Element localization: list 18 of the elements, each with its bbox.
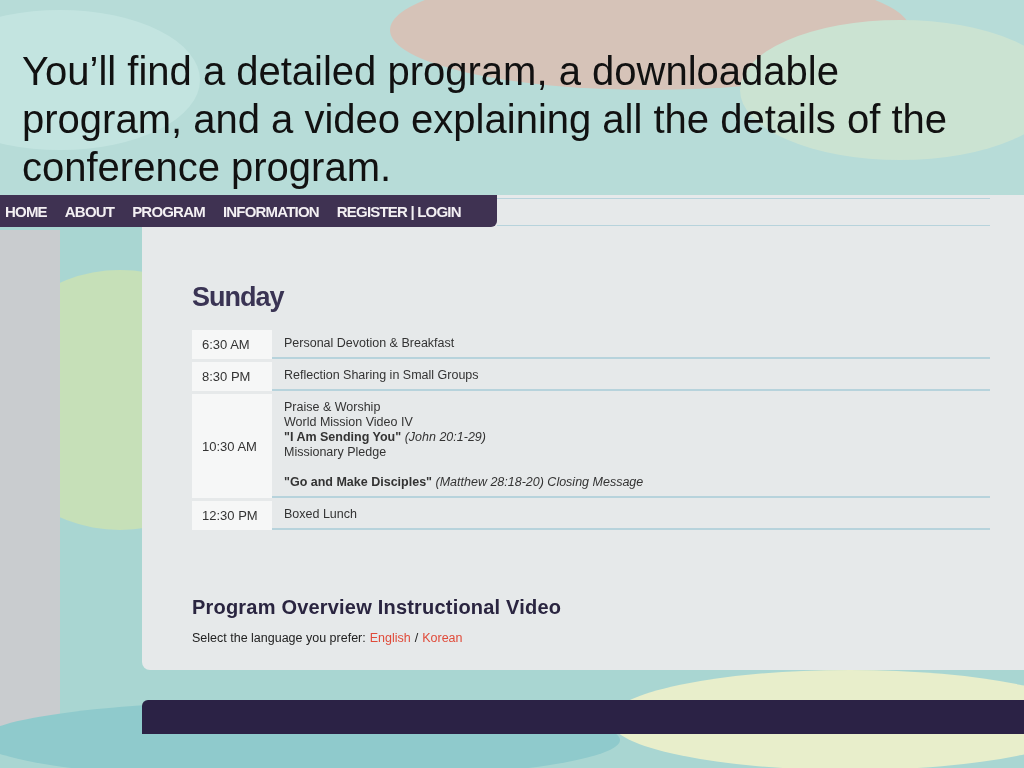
event-cell: Boxed Lunch	[272, 501, 990, 530]
nav-link[interactable]: INFORMATION	[222, 202, 319, 220]
event-cell: Personal Devotion & Breakfast	[272, 330, 990, 359]
event-cell: Reflection Sharing in Small Groups	[272, 362, 990, 391]
separator: /	[414, 631, 419, 645]
language-prompt: Select the language you prefer:	[192, 631, 366, 645]
nav-link[interactable]: ABOUT	[64, 202, 115, 220]
event-cell: Praise & Worship World Mission Video IV "I Am Sending You" (John 20:1-29) Missionary Pledge "Go and Make Disciples" (Matthew 28:18-20) Closing Message	[272, 394, 990, 498]
day-heading: Sunday	[192, 281, 286, 313]
nav-link[interactable]: PROGRAM	[132, 202, 205, 220]
slide-text: You’ll find a detailed program, a downloadable program, and a video explaining all the details of the conference program.	[22, 48, 949, 191]
time-cell: 6:30 AM	[192, 330, 272, 359]
video-heading: Program Overview Instructional Video	[192, 596, 563, 619]
time-cell: 12:30 PM	[192, 501, 272, 530]
time-cell: 10:30 AM	[192, 394, 272, 498]
nav-link[interactable]: REGISTER | LOGIN	[336, 202, 461, 220]
time-cell: 8:30 PM	[192, 362, 272, 391]
nav-link[interactable]: HOME	[5, 202, 47, 220]
